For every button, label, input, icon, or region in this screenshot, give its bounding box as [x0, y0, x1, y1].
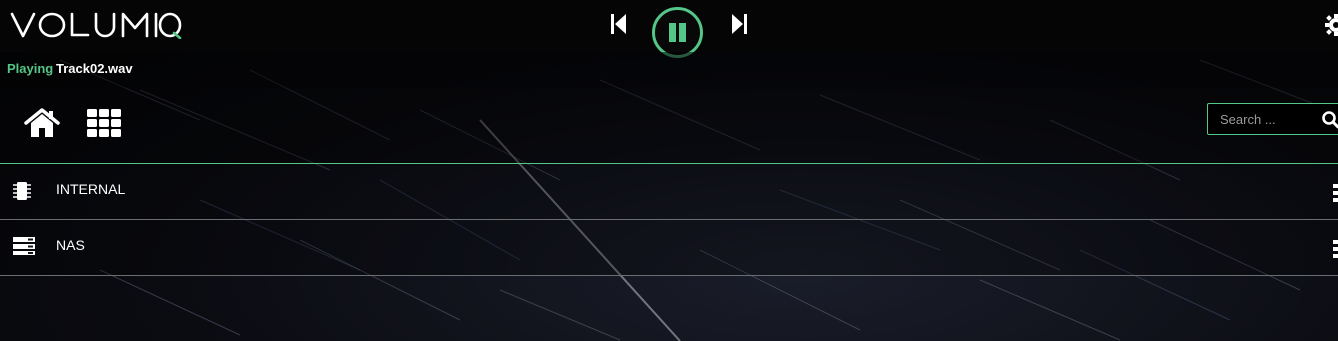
pause-icon — [669, 23, 686, 42]
next-track-button[interactable] — [730, 13, 748, 35]
item-menu-icon[interactable] — [1333, 184, 1338, 202]
current-track-title: Track02.wav — [56, 61, 133, 76]
source-item-internal[interactable]: INTERNAL — [0, 164, 1338, 220]
now-playing-bar[interactable]: Playing Track02.wav — [0, 52, 1338, 88]
top-bar — [0, 0, 1338, 58]
pause-button[interactable] — [652, 7, 703, 58]
source-list: INTERNAL NAS — [0, 164, 1338, 276]
browse-toolbar — [0, 88, 1338, 164]
playback-status-label: Playing — [7, 61, 54, 76]
search-input[interactable] — [1208, 104, 1320, 134]
search-box — [1207, 103, 1338, 135]
item-menu-icon[interactable] — [1333, 240, 1338, 258]
home-button[interactable] — [24, 108, 60, 138]
grid-view-button[interactable] — [87, 109, 123, 137]
search-icon[interactable] — [1322, 111, 1338, 129]
home-icon — [24, 108, 60, 137]
settings-gear-icon[interactable] — [1325, 14, 1338, 36]
previous-track-button[interactable] — [610, 13, 628, 35]
volumio-logo[interactable] — [10, 11, 182, 39]
source-item-label: NAS — [56, 237, 85, 253]
chip-icon — [13, 182, 31, 200]
source-item-nas[interactable]: NAS — [0, 220, 1338, 276]
grid-icon — [87, 109, 121, 137]
server-icon — [13, 237, 35, 255]
source-item-label: INTERNAL — [56, 181, 126, 197]
